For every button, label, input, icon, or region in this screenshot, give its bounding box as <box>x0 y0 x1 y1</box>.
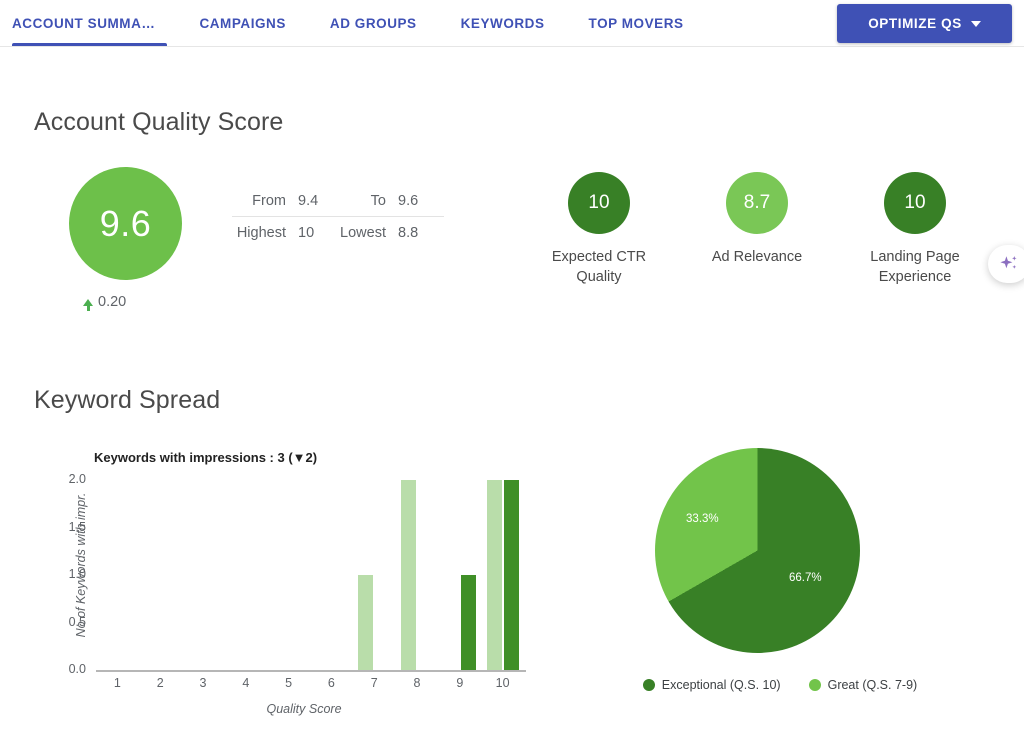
metric-ad-relevance: 8.7 Ad Relevance <box>678 172 836 287</box>
x-tick-label: 8 <box>413 676 421 690</box>
legend-color-swatch <box>808 679 821 691</box>
tab-top-movers[interactable]: TOP MOVERS <box>567 0 706 46</box>
metric-value: 10 <box>904 192 926 213</box>
account-score-circle: 9.6 <box>69 167 182 280</box>
x-tick-label: 10 <box>495 676 510 690</box>
tab-label: AD GROUPS <box>329 15 417 31</box>
x-tick-label: 1 <box>113 676 121 690</box>
bar-previous-8 <box>401 480 416 670</box>
from-value: 9.4 <box>298 193 319 209</box>
y-tick-label: 0.5 <box>68 614 86 629</box>
metric-circle: 8.7 <box>726 172 788 234</box>
lowest-label: Lowest <box>340 224 386 241</box>
bar-chart-plot-area <box>96 480 524 670</box>
metric-landing-page-experience: 10 Landing Page Experience <box>836 172 994 287</box>
x-tick-label: 7 <box>370 676 378 690</box>
tab-label: ACCOUNT SUMMA… <box>12 15 156 31</box>
legend-item-exceptional[interactable]: Exceptional (Q.S. 10) <box>642 678 781 692</box>
metric-label: Ad Relevance <box>711 249 803 265</box>
highest-value: 10 <box>298 224 315 241</box>
legend-label: Great (Q.S. 7-9) <box>827 678 918 692</box>
x-tick-label: 9 <box>456 676 464 690</box>
score-trend: 0.20 <box>83 294 469 311</box>
metric-label: Landing Page Experience <box>870 249 960 285</box>
metric-value: 10 <box>588 192 610 213</box>
metric-value: 8.7 <box>743 192 771 213</box>
y-tick-label: 0.0 <box>68 662 86 676</box>
x-tick-label: 3 <box>199 676 207 690</box>
bar-current-9 <box>460 575 476 670</box>
x-tick-label: 4 <box>242 676 250 690</box>
keyword-spread-bar-chart: Keywords with impressions : 3 (▼2) No of… <box>34 440 534 725</box>
top-navigation-bar: ACCOUNT SUMMA… CAMPAIGNS AD GROUPS KEYWO… <box>0 0 1024 47</box>
pie-graphic: 33.3% 66.7% <box>655 448 860 653</box>
keyword-spread-pie-chart: 33.3% 66.7% Exceptional (Q.S. 10) Great … <box>600 448 960 718</box>
optimize-qs-button[interactable]: OPTIMIZE QS <box>837 4 1012 43</box>
tab-label: KEYWORDS <box>460 15 545 31</box>
x-tick-label: 2 <box>156 676 164 690</box>
tab-campaigns[interactable]: CAMPAIGNS <box>177 0 307 46</box>
x-tick-label: 5 <box>285 676 293 690</box>
bar-previous-7 <box>358 575 374 670</box>
optimize-qs-label: OPTIMIZE QS <box>868 16 962 31</box>
highest-label: Highest <box>236 224 286 241</box>
score-trend-value: 0.20 <box>98 294 127 310</box>
metric-circle: 10 <box>884 172 946 234</box>
account-score-value: 9.6 <box>99 202 152 244</box>
score-range-table: From 9.4 To 9.6 Highest 10 Lowest 8.8 <box>232 186 444 248</box>
account-quality-score-title: Account Quality Score <box>34 108 284 136</box>
y-tick-label: 1.5 <box>68 519 86 534</box>
metric-label: Expected CTR Quality <box>551 249 647 285</box>
tab-ad-groups[interactable]: AD GROUPS <box>308 0 439 46</box>
tab-list: ACCOUNT SUMMA… CAMPAIGNS AD GROUPS KEYWO… <box>0 0 706 46</box>
ai-assistant-button[interactable] <box>988 245 1024 283</box>
arrow-up-icon <box>83 298 93 311</box>
metric-expected-ctr-quality: 10 Expected CTR Quality <box>520 172 678 287</box>
legend-color-swatch <box>642 679 655 691</box>
x-tick-label: 6 <box>327 676 335 690</box>
legend-item-great[interactable]: Great (Q.S. 7-9) <box>808 678 918 692</box>
pie-legend: Exceptional (Q.S. 10) Great (Q.S. 7-9) <box>600 678 960 692</box>
bar-chart-x-axis <box>96 670 526 672</box>
tab-account-summary[interactable]: ACCOUNT SUMMA… <box>0 0 177 46</box>
chevron-down-icon <box>970 20 981 27</box>
from-label: From <box>252 193 286 209</box>
y-tick-label: 2.0 <box>68 472 86 486</box>
tab-keywords[interactable]: KEYWORDS <box>439 0 567 46</box>
table-row: From 9.4 To 9.6 <box>232 186 444 217</box>
bar-chart-title: Keywords with impressions : 3 (▼2) <box>94 450 318 465</box>
bar-chart-x-axis-label: Quality Score <box>266 702 342 716</box>
metric-circle: 10 <box>568 172 630 234</box>
y-tick-label: 1.0 <box>68 567 86 581</box>
to-value: 9.6 <box>398 193 419 209</box>
keyword-spread-title: Keyword Spread <box>34 386 221 414</box>
pie-slice-label-exceptional: 66.7% <box>788 572 822 585</box>
table-row: Highest 10 Lowest 8.8 <box>232 217 444 248</box>
bar-previous-10 <box>486 480 502 670</box>
tab-label: CAMPAIGNS <box>199 15 286 31</box>
to-label: To <box>370 193 386 209</box>
lowest-value: 8.8 <box>398 224 419 241</box>
tab-label: TOP MOVERS <box>588 15 684 31</box>
sparkle-icon <box>1000 256 1017 269</box>
bar-current-10 <box>503 480 519 670</box>
legend-label: Exceptional (Q.S. 10) <box>661 678 781 692</box>
pie-slice-label-great: 33.3% <box>686 512 719 525</box>
component-metrics: 10 Expected CTR Quality 8.7 Ad Relevance… <box>520 172 994 287</box>
